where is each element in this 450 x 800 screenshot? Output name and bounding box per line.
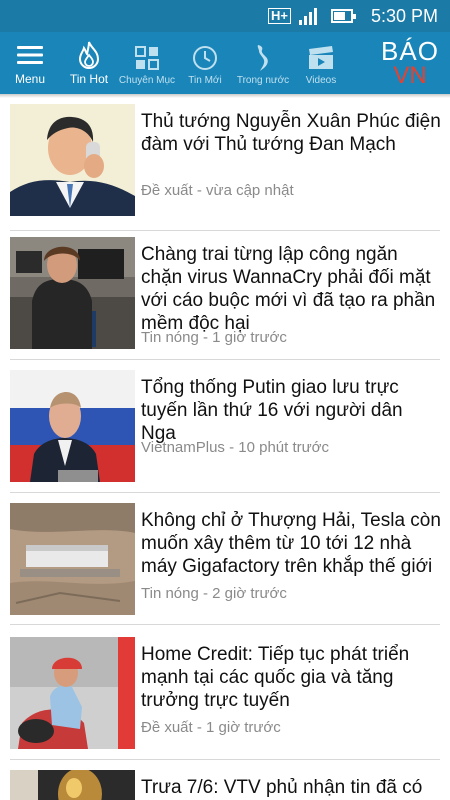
article-title[interactable]: Không chỉ ở Thượng Hải, Tesla còn muốn x… (141, 509, 441, 578)
status-time: 5:30 PM (370, 5, 438, 26)
battery-icon (330, 9, 356, 23)
article-item[interactable]: Tổng thống Putin giao lưu trực tuyến lần… (10, 370, 440, 493)
article-thumbnail[interactable] (10, 503, 135, 615)
article-meta: Đề xuất - vừa cập nhật (141, 182, 294, 199)
article-thumbnail[interactable] (10, 637, 135, 749)
top-navigation-bar: Menu Tin Hot Chuyên Mục Tin Mới Trong nư… (0, 32, 450, 94)
tab-tin-moi[interactable]: Tin Mới (176, 32, 234, 94)
status-bar: H+ 5:30 PM (0, 0, 450, 32)
network-type-indicator: H+ (267, 8, 291, 24)
vietnam-map-icon (254, 44, 272, 72)
tab-videos-label: Videos (305, 75, 337, 86)
article-item[interactable]: Thủ tướng Nguyễn Xuân Phúc điện đàm với … (10, 104, 441, 231)
article-meta: Tin nóng - 2 giờ trước (141, 585, 287, 602)
logo-text-top: BÁO (381, 36, 439, 66)
article-title[interactable]: Home Credit: Tiếp tục phát triển mạnh tạ… (141, 643, 441, 712)
tab-chuyen-muc-label: Chuyên Mục (118, 75, 176, 86)
article-item[interactable]: Trưa 7/6: VTV phủ nhận tin đã có bản quy… (10, 770, 440, 800)
fire-icon (77, 41, 101, 69)
tab-trong-nuoc-label: Trong nước (236, 75, 290, 86)
article-title[interactable]: Tổng thống Putin giao lưu trực tuyến lần… (141, 376, 441, 445)
article-meta: VietnamPlus - 10 phút trước (141, 439, 330, 456)
nav-shadow (0, 94, 450, 98)
article-item[interactable]: Chàng trai từng lập công ngăn chặn virus… (10, 237, 440, 360)
tab-trong-nuoc[interactable]: Trong nước (234, 32, 292, 94)
nav-menu-label: Menu (14, 72, 46, 86)
article-title[interactable]: Thủ tướng Nguyễn Xuân Phúc điện đàm với … (141, 110, 441, 156)
article-thumbnail[interactable] (10, 237, 135, 349)
category-grid-icon (135, 44, 159, 72)
article-thumbnail[interactable] (10, 104, 135, 216)
article-meta: Tin nóng - 1 giờ trước (141, 329, 287, 346)
tab-tin-hot[interactable]: Tin Hot (60, 32, 118, 94)
tab-videos[interactable]: Videos (292, 32, 350, 94)
clapperboard-icon (308, 44, 334, 72)
tab-tin-hot-label: Tin Hot (69, 72, 109, 86)
hamburger-menu-icon (17, 41, 43, 69)
logo-text-bottom: VN (393, 62, 427, 89)
nav-menu[interactable]: Menu (0, 32, 60, 94)
article-item[interactable]: Không chỉ ở Thượng Hải, Tesla còn muốn x… (10, 503, 441, 625)
article-title[interactable]: Chàng trai từng lập công ngăn chặn virus… (141, 243, 441, 335)
article-thumbnail[interactable] (10, 370, 135, 482)
article-item[interactable]: Home Credit: Tiếp tục phát triển mạnh tạ… (10, 637, 440, 760)
tab-tin-moi-label: Tin Mới (188, 75, 222, 86)
bao-vn-logo[interactable]: BÁO VN (376, 32, 450, 94)
signal-strength-icon (298, 7, 317, 25)
article-title[interactable]: Trưa 7/6: VTV phủ nhận tin đã có bản quy… (141, 776, 441, 800)
clock-icon (192, 44, 218, 72)
article-thumbnail[interactable] (10, 770, 135, 800)
article-meta: Đề xuất - 1 giờ trước (141, 719, 281, 736)
tab-chuyen-muc[interactable]: Chuyên Mục (118, 32, 176, 94)
